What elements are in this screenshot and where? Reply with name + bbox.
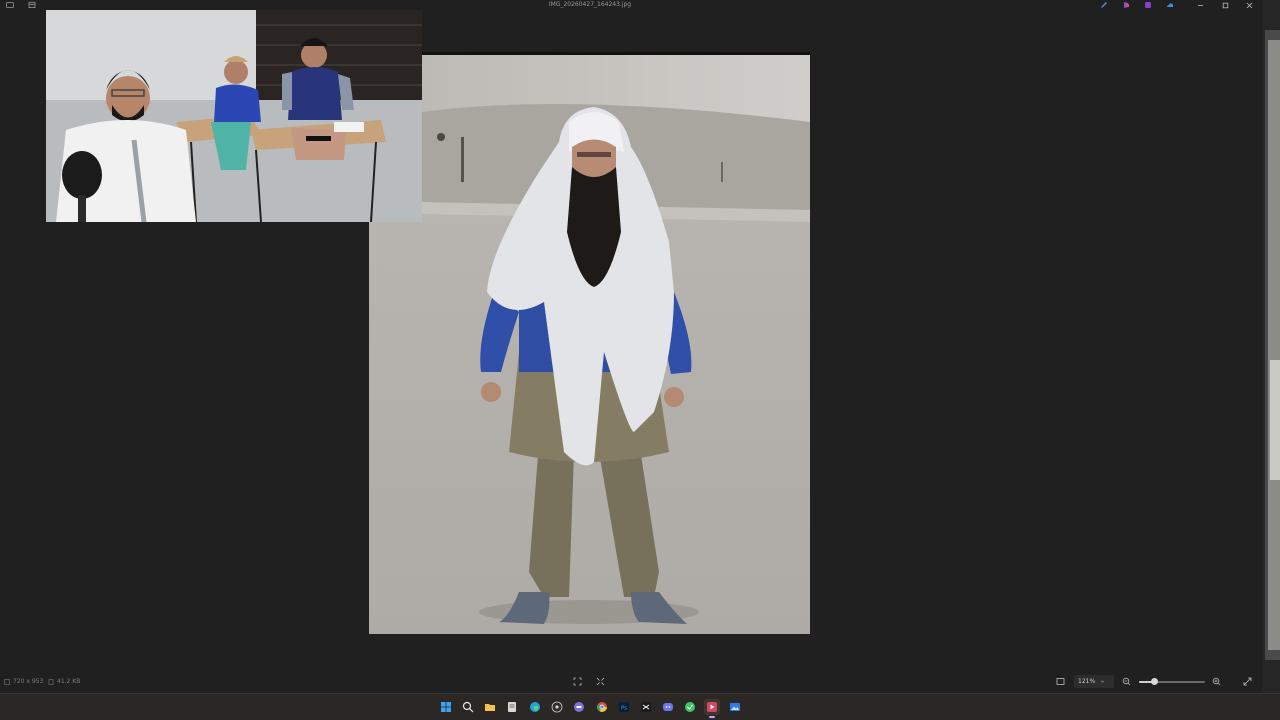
close-button[interactable] <box>1241 0 1257 10</box>
discord-icon[interactable] <box>660 699 676 715</box>
chrome-icon[interactable] <box>594 699 610 715</box>
taskbar: Ps <box>0 693 1280 720</box>
zoom-in-icon <box>1212 677 1221 686</box>
dimensions-label: 720 x 953 <box>13 678 44 685</box>
minimize-button[interactable] <box>1192 0 1208 10</box>
zoom-in-button[interactable] <box>1211 676 1222 687</box>
actual-size-button[interactable] <box>595 676 606 687</box>
onedrive-icon[interactable] <box>1166 1 1174 9</box>
viewer-bottom-bar: 720 x 953 41.2 KB 121% <box>0 670 1262 693</box>
displayed-photo[interactable] <box>369 52 810 634</box>
notepad-icon[interactable] <box>504 699 520 715</box>
photoshop-icon[interactable]: Ps <box>616 699 632 715</box>
clipchamp-icon[interactable] <box>1144 1 1152 9</box>
app-icon[interactable] <box>571 699 587 715</box>
zoom-out-button[interactable] <box>1121 676 1132 687</box>
photo-content <box>369 52 810 634</box>
zoom-slider-thumb[interactable] <box>1150 678 1158 685</box>
zoom-slider[interactable] <box>1139 678 1205 685</box>
folder-icon[interactable] <box>482 699 498 715</box>
chevron-down-icon <box>1100 680 1105 683</box>
zoom-level-dropdown[interactable]: 121% <box>1074 675 1114 688</box>
file-size: 41.2 KB <box>48 670 80 693</box>
capcut-icon[interactable] <box>638 699 654 715</box>
image-dimensions: 720 x 953 <box>4 670 43 693</box>
title-bar: IMG_20260427_164243.jpg <box>0 0 1262 10</box>
actual-size-icon <box>596 677 605 686</box>
app-icon[interactable] <box>682 699 698 715</box>
fit-icon <box>573 677 582 686</box>
view-mode-button[interactable] <box>1055 676 1066 687</box>
zoom-out-icon <box>1122 677 1131 686</box>
file-size-label: 41.2 KB <box>57 678 81 685</box>
search-icon[interactable] <box>460 699 476 715</box>
window-title: IMG_20260427_164243.jpg <box>548 1 632 8</box>
expand-icon <box>1243 677 1252 686</box>
windows-icon[interactable] <box>438 699 454 715</box>
photo-viewer-window: IMG_20260427_164243.jpg 720 x 953 41.2 K… <box>0 0 1262 693</box>
edit-icon[interactable] <box>1100 1 1108 9</box>
fullscreen-button[interactable] <box>1242 676 1253 687</box>
svg-text:Ps: Ps <box>621 705 627 711</box>
maximize-button[interactable] <box>1217 0 1233 10</box>
background-window-edge <box>1262 0 1280 693</box>
obs-icon[interactable] <box>549 699 565 715</box>
zoom-value: 121% <box>1078 678 1096 685</box>
frame-icon <box>1056 678 1065 685</box>
fit-to-window-button[interactable] <box>572 676 583 687</box>
file-size-icon <box>48 678 54 685</box>
dimensions-icon <box>4 678 10 685</box>
photos-icon[interactable] <box>727 699 743 715</box>
image-stage[interactable] <box>0 10 1262 670</box>
edge-icon[interactable] <box>527 699 543 715</box>
webcam-content <box>46 10 422 222</box>
webcam-overlay <box>46 10 422 222</box>
media-player-icon[interactable] <box>704 699 720 718</box>
copilot-icon[interactable] <box>1122 1 1130 9</box>
